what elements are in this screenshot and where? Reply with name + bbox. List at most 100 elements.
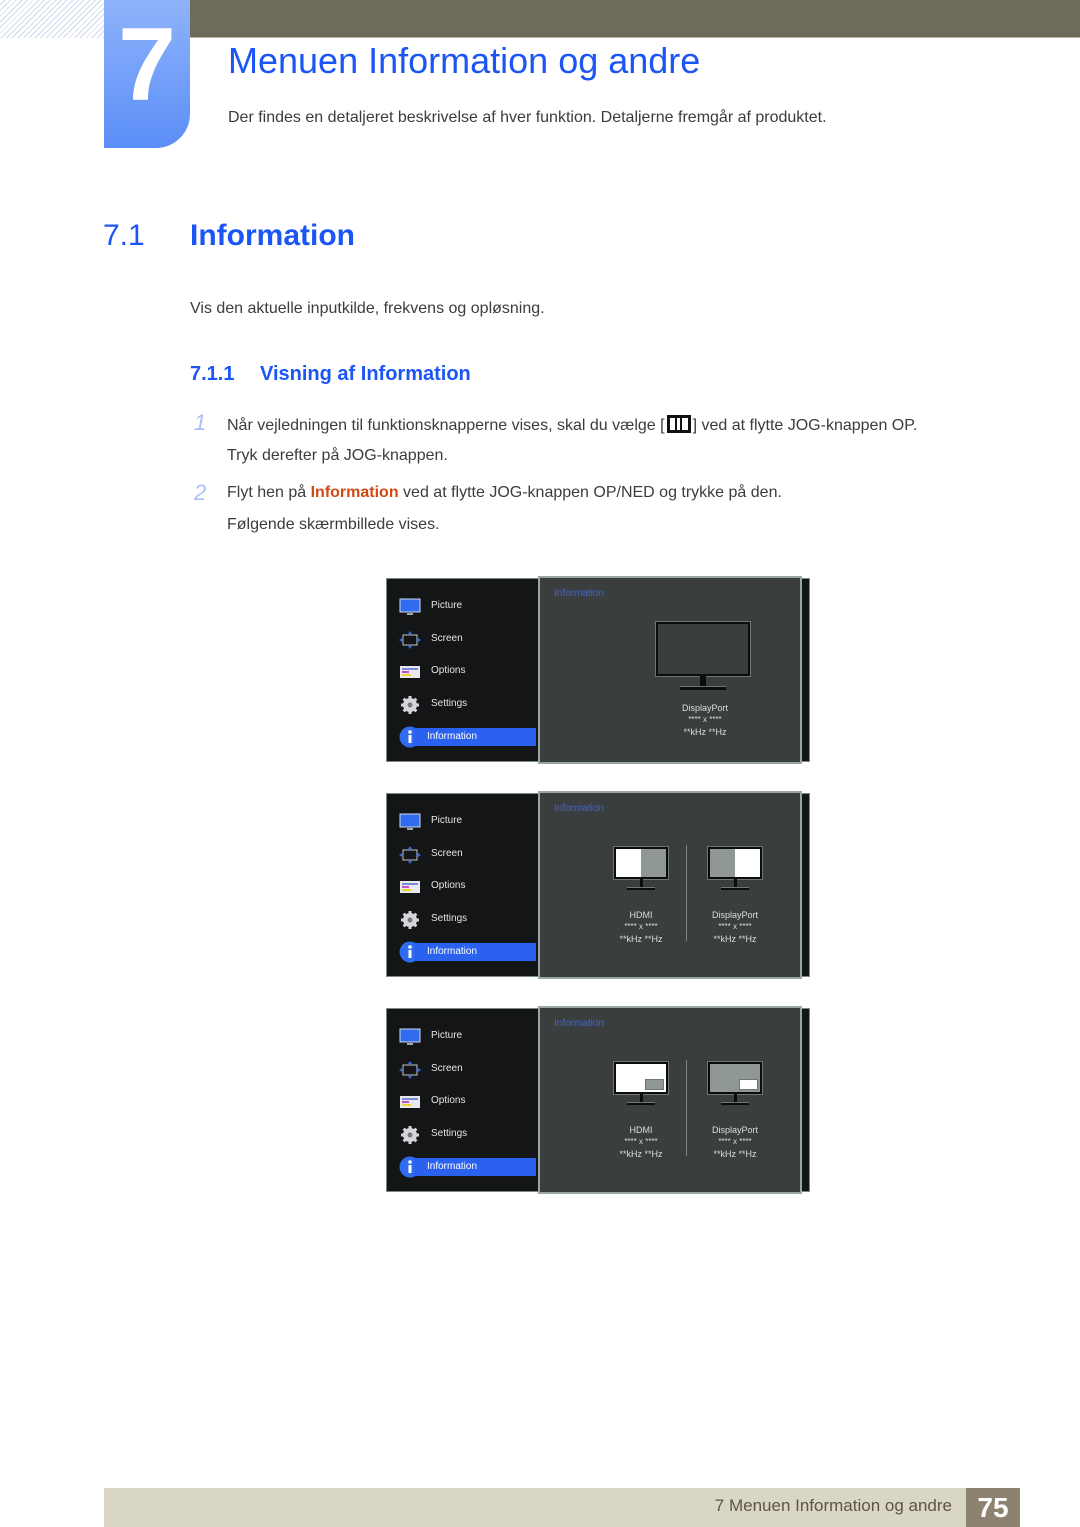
monitor-screen [708,847,762,879]
osd-info-panel: Information HDMI **** x **** **kHz **Hz Disp… [538,791,802,979]
step-1-line-1: Når vejledningen til funktionsknapperne … [227,415,917,435]
step-text: Flyt hen på [227,484,311,501]
pip-window [645,1079,664,1090]
options-icon [399,663,421,681]
source-frequency: **kHz **Hz [683,727,727,737]
header-bar [190,0,1080,38]
osd-info-panel: Information HDMI **** x **** **kHz **Hz Disp… [538,1006,802,1194]
monitor-icon [614,1062,668,1112]
header-hatch-decoration [0,0,104,38]
monitor-stand-neck [639,1094,643,1102]
osd-menu-label: Picture [431,815,463,826]
source-resolution: **** x **** [624,1137,658,1146]
osd-info-panel: Information DisplayPort **** x **** **kHz *… [538,576,802,764]
source-name: HDMI [629,910,653,920]
chapter-intro: Der findes en detaljeret beskrivelse af … [228,109,827,126]
source-name: DisplayPort [711,910,758,920]
osd-menu-item-information[interactable]: Information [397,941,543,963]
monitor-screen [708,1062,762,1094]
monitor-stand-base [680,686,726,690]
monitor-stand-neck [733,879,737,887]
pip-window [739,1079,758,1090]
step-2-line-2: Følgende skærmbillede vises. [227,516,440,533]
source-resolution: **** x **** [624,922,658,931]
monitor-icon [614,847,668,897]
osd-menu-label: Options [431,1095,466,1106]
osd-frame-edge [802,793,810,977]
monitor-screen [614,847,668,879]
osd-menu-label: Screen [431,1062,463,1074]
picture-icon [399,1028,421,1046]
osd-menu-label: Information [414,943,536,961]
menu-icon [666,415,691,433]
monitor-stand-neck [700,676,706,686]
chapter-title: Menuen Information og andre [228,40,701,81]
osd-menu: Picture Screen Options Settings Information [386,1008,542,1192]
source-info: HDMI **** x **** **kHz **Hz [591,909,691,945]
osd-menu-item-information[interactable]: Information [397,1156,543,1178]
source-frequency: **kHz **Hz [713,1149,757,1159]
osd-menu-item-settings[interactable]: Settings [397,910,543,930]
step-number: 1 [194,410,207,435]
source-name: DisplayPort [711,1125,758,1135]
chapter-number-badge: 7 [104,0,190,148]
source-info: DisplayPort **** x **** **kHz **Hz [685,909,785,945]
step-text: ] ved at flytte JOG-knappen OP. [692,417,918,434]
osd-menu-label: Picture [431,600,463,611]
osd-frame-edge [802,578,810,762]
source-name: HDMI [629,1125,653,1135]
step-text: Når vejledningen til funktionsknapperne … [227,417,665,434]
osd-menu-label: Information [414,728,536,746]
source-info: DisplayPort **** x **** **kHz **Hz [655,702,755,738]
osd-menu-label: Settings [431,912,468,924]
source-frequency: **kHz **Hz [713,934,757,944]
screen-icon [399,845,421,864]
osd-menu-item-settings[interactable]: Settings [397,1125,543,1145]
footer-chapter-title: 7 Menuen Information og andre [714,1496,952,1515]
osd-menu-item-picture[interactable]: Picture [397,812,543,832]
section-title: Information [190,219,355,252]
source-frequency: **kHz **Hz [619,1149,663,1159]
monitor-stand-base [721,1102,749,1105]
monitor-stand-base [627,887,655,890]
osd-menu-item-information[interactable]: Information [397,726,543,748]
osd-menu-item-options[interactable]: Options [397,877,543,897]
options-icon [399,1093,421,1111]
osd-menu-label: Screen [431,632,463,644]
osd-panel-title: Information [554,1018,605,1029]
monitor-stand-base [627,1102,655,1105]
subsection-number: 7.1.1 [190,363,235,385]
osd-menu-label: Screen [431,847,463,859]
source-name: DisplayPort [681,703,728,713]
settings-icon [399,695,421,714]
monitor-stand-neck [733,1094,737,1102]
osd-menu-item-picture[interactable]: Picture [397,597,543,617]
subsection-title: Visning af Information [260,363,471,385]
source-info: DisplayPort **** x **** **kHz **Hz [685,1124,785,1160]
osd-menu-item-screen[interactable]: Screen [397,845,543,865]
monitor-stand-neck [639,879,643,887]
screen-icon [399,630,421,649]
osd-menu-item-screen[interactable]: Screen [397,630,543,650]
picture-icon [399,813,421,831]
osd-menu-item-screen[interactable]: Screen [397,1060,543,1080]
osd-menu-item-options[interactable]: Options [397,662,543,682]
osd-screen-single: Picture Screen Options Settings Information I… [386,576,810,764]
options-icon [399,878,421,896]
monitor-icon [708,1062,762,1112]
source-resolution: **** x **** [688,715,722,724]
settings-icon [399,1125,421,1144]
monitor-icon [656,622,750,694]
step-2-line-1: Flyt hen på Information ved at flytte JO… [227,484,782,502]
source-frequency: **kHz **Hz [619,934,663,944]
osd-menu-item-picture[interactable]: Picture [397,1027,543,1047]
picture-icon [399,598,421,616]
section-number: 7.1 [103,219,145,252]
settings-icon [399,910,421,929]
highlight-information: Information [310,484,399,501]
osd-menu-item-settings[interactable]: Settings [397,695,543,715]
osd-menu-label: Settings [431,1127,468,1139]
monitor-icon [708,847,762,897]
monitor-screen [656,622,750,676]
osd-menu-item-options[interactable]: Options [397,1092,543,1112]
